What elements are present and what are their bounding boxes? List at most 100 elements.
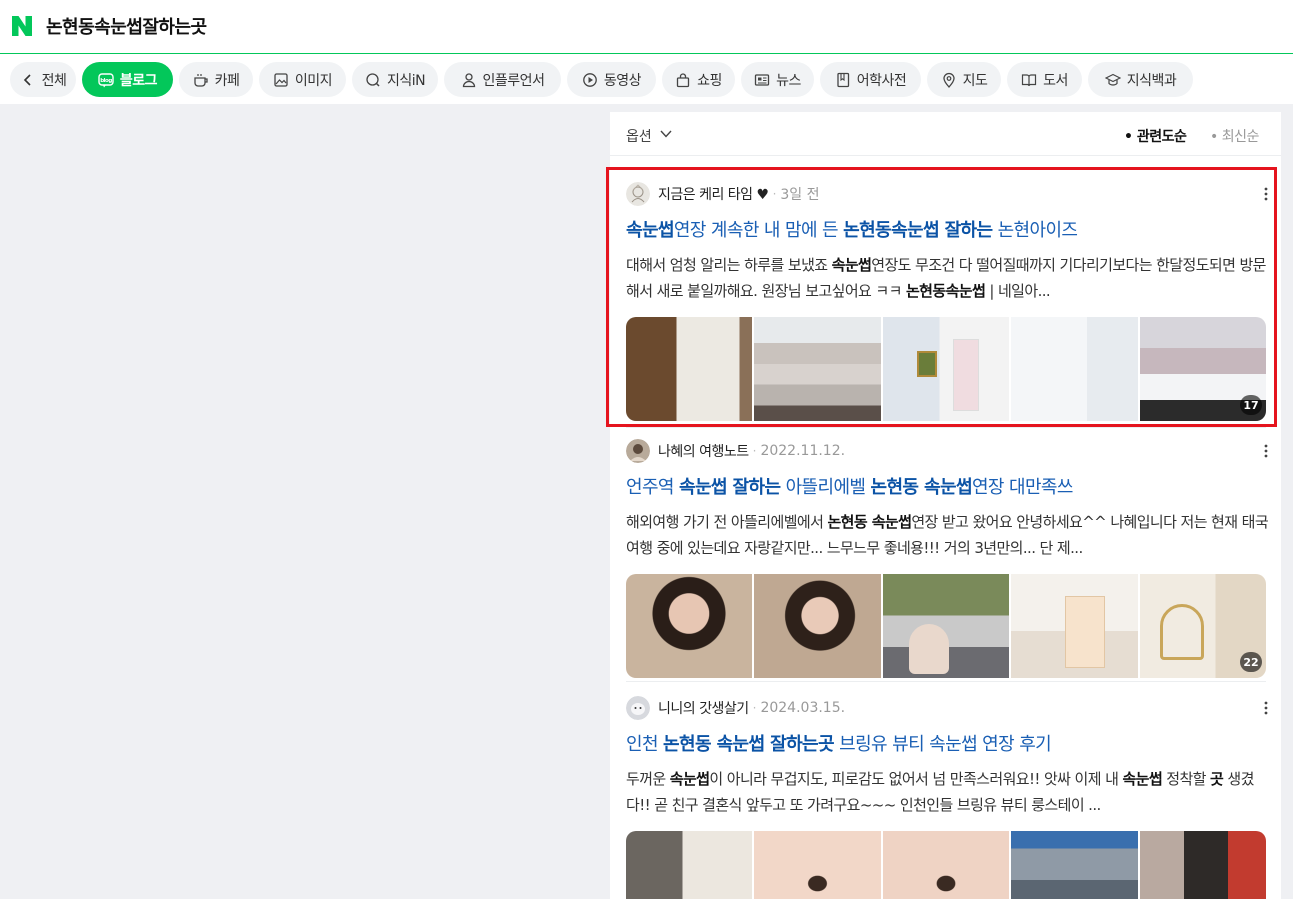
desc-segment: 속눈썹 bbox=[1122, 770, 1163, 788]
graduation-cap-icon bbox=[1104, 73, 1121, 86]
tab-label: 블로그 bbox=[119, 72, 158, 89]
cafe-cup-icon bbox=[193, 73, 208, 87]
tab-influencer[interactable]: 인플루언서 bbox=[444, 62, 561, 97]
image-icon bbox=[274, 72, 288, 87]
desc-segment: 이 아니라 무겁지도, 피로감도 없어서 넘 만족스러워요!! 앗싸 이제 내 bbox=[709, 770, 1123, 788]
tab-book[interactable]: 도서 bbox=[1007, 62, 1082, 97]
tab-map[interactable]: 지도 bbox=[927, 62, 1001, 97]
tab-label: 지식iN bbox=[386, 72, 426, 89]
options-button[interactable]: 옵션 bbox=[626, 126, 652, 146]
tab-label: 어학사전 bbox=[856, 72, 907, 89]
blog-post: 나혜의 여행노트 · 2022.11.12. 언주역 속눈썹 잘하는 아뜰리에벨… bbox=[610, 439, 1281, 689]
thumbnail-strip: 22 bbox=[626, 574, 1266, 678]
tab-label: 전체 bbox=[41, 72, 67, 89]
tab-label: 동영상 bbox=[603, 72, 642, 89]
chevron-down-icon[interactable] bbox=[660, 129, 672, 139]
more-options-icon[interactable] bbox=[1258, 443, 1274, 459]
tab-kin[interactable]: 지식iN bbox=[352, 62, 438, 97]
person-photo bbox=[908, 624, 949, 674]
tab-label: 인플루언서 bbox=[482, 72, 545, 89]
separator: · bbox=[752, 701, 757, 715]
title-segment: 연장 대만족쓰 bbox=[971, 477, 1073, 498]
tab-label: 이미지 bbox=[294, 72, 333, 89]
desc-segment: 곳 bbox=[1210, 770, 1224, 788]
thumbnail-image[interactable] bbox=[1011, 574, 1138, 678]
tab-shopping[interactable]: 쇼핑 bbox=[662, 62, 735, 97]
tab-news[interactable]: 뉴스 bbox=[741, 62, 814, 97]
thumbnail-image[interactable] bbox=[882, 831, 1010, 899]
title-segment: 언주역 bbox=[626, 477, 680, 498]
tab-video[interactable]: 동영상 bbox=[567, 62, 656, 97]
tab-label: 지식백과 bbox=[1126, 72, 1177, 89]
tab-label: 카페 bbox=[214, 72, 240, 89]
desc-segment: 해외여행 가기 전 아뜰리에벨에서 bbox=[626, 513, 828, 531]
blog-post: 니니의 갓생살기 · 2024.03.15. 인천 논현동 속눈썹 잘하는곳 브… bbox=[610, 696, 1281, 899]
thumbnail-image[interactable] bbox=[754, 831, 881, 899]
post-date: 2022.11.12. bbox=[760, 443, 846, 459]
sort-recent[interactable]: • 최신순 bbox=[1210, 126, 1259, 146]
post-date: 2024.03.15. bbox=[760, 700, 846, 716]
thumbnail-image[interactable] bbox=[626, 831, 753, 899]
shopping-bag-icon bbox=[676, 72, 690, 87]
title-segment: 인천 bbox=[626, 734, 664, 755]
title-segment: 논현동 속눈썹 잘하는곳 bbox=[663, 734, 835, 755]
title-segment: 논현동 속눈썹 bbox=[870, 477, 973, 498]
options-bar: 옵션 • 관련도순 • 최신순 bbox=[610, 112, 1281, 156]
author-row: 니니의 갓생살기 · 2024.03.15. bbox=[626, 696, 845, 720]
tab-cafe[interactable]: 카페 bbox=[179, 62, 253, 97]
naver-logo-icon[interactable] bbox=[10, 14, 34, 38]
thumbnail-image[interactable] bbox=[754, 574, 881, 678]
post-title[interactable]: 언주역 속눈썹 잘하는 아뜰리에벨 논현동 속눈썹연장 대만족쓰 bbox=[626, 473, 1271, 499]
blog-icon: blog bbox=[98, 72, 114, 87]
dictionary-icon bbox=[837, 72, 849, 87]
author-row: 나혜의 여행노트 · 2022.11.12. bbox=[626, 439, 845, 463]
more-options-icon[interactable] bbox=[1258, 700, 1274, 716]
separator: · bbox=[752, 444, 757, 458]
post-title[interactable]: 인천 논현동 속눈썹 잘하는곳 브링유 뷰티 속눈썹 연장 후기 bbox=[626, 730, 1271, 756]
tab-blog[interactable]: blog 블로그 bbox=[82, 62, 173, 97]
gold-mirror bbox=[1159, 604, 1204, 660]
desc-segment: 속눈썹 bbox=[669, 770, 710, 788]
thumbnail-image[interactable] bbox=[1011, 831, 1138, 899]
tab-all[interactable]: 전체 bbox=[10, 62, 76, 97]
divider bbox=[626, 427, 1266, 428]
thumbnail-image[interactable]: 22 bbox=[1139, 574, 1266, 678]
book-icon bbox=[1022, 73, 1037, 86]
tab-label: 지도 bbox=[962, 72, 988, 89]
image-count-badge: 22 bbox=[1240, 652, 1263, 672]
author-name[interactable]: 니니의 갓생살기 bbox=[658, 698, 749, 718]
avatar[interactable] bbox=[626, 439, 650, 463]
category-tabs: 전체 blog 블로그 카페 이미지 지식iN 인플루언서 동영상 쇼핑 뉴스 … bbox=[0, 54, 1293, 104]
author-name[interactable]: 나혜의 여행노트 bbox=[658, 441, 749, 461]
svg-text:blog: blog bbox=[100, 78, 112, 84]
thumbnail-strip bbox=[626, 831, 1266, 899]
tab-label: 쇼핑 bbox=[697, 72, 722, 89]
avatar[interactable] bbox=[626, 696, 650, 720]
post-description[interactable]: 해외여행 가기 전 아뜰리에벨에서 논현동 속눈썹연장 받고 왔어요 안녕하세요… bbox=[626, 509, 1271, 561]
search-query[interactable]: 논현동속눈썹잘하는곳 bbox=[46, 13, 207, 39]
tab-label: 뉴스 bbox=[776, 72, 801, 89]
desc-segment: 논현동 속눈썹 bbox=[827, 513, 912, 531]
title-segment: 속눈썹 잘하는 bbox=[679, 477, 781, 498]
thumbnail-image[interactable] bbox=[1139, 831, 1266, 899]
post-description[interactable]: 두꺼운 속눈썹이 아니라 무겁지도, 피로감도 없어서 넘 만족스러워요!! 앗… bbox=[626, 766, 1271, 818]
news-icon bbox=[754, 73, 770, 86]
person-icon bbox=[462, 72, 475, 87]
sort-relevance[interactable]: • 관련도순 bbox=[1124, 126, 1187, 146]
chevron-left-icon bbox=[23, 73, 31, 86]
question-bubble-icon bbox=[366, 72, 380, 87]
thumbnail-image[interactable] bbox=[882, 574, 1010, 678]
search-header: 논현동속눈썹잘하는곳 bbox=[0, 0, 1293, 54]
desc-segment: 두꺼운 bbox=[626, 770, 670, 788]
tab-image[interactable]: 이미지 bbox=[259, 62, 346, 97]
play-circle-icon bbox=[583, 72, 597, 87]
divider bbox=[626, 681, 1266, 682]
title-segment: 브링유 뷰티 속눈썹 연장 후기 bbox=[833, 734, 1052, 755]
highlight-box bbox=[606, 167, 1277, 427]
title-segment: 아뜰리에벨 bbox=[780, 477, 871, 498]
tab-dictionary[interactable]: 어학사전 bbox=[820, 62, 921, 97]
thumbnail-image[interactable] bbox=[626, 574, 753, 678]
tab-label: 도서 bbox=[1043, 72, 1068, 89]
tab-encyclopedia[interactable]: 지식백과 bbox=[1088, 62, 1193, 97]
map-pin-icon bbox=[942, 72, 955, 88]
